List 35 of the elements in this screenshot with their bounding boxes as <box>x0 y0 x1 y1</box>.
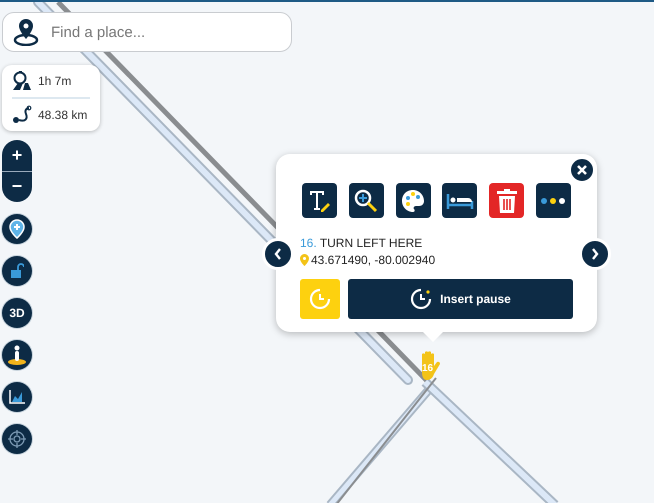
bed-tool-button[interactable] <box>442 183 478 218</box>
insert-pause-button[interactable]: Insert pause <box>348 279 573 319</box>
text-tool-button[interactable] <box>302 183 337 218</box>
trash-icon <box>496 188 518 214</box>
palette-icon <box>400 188 426 214</box>
chart-icon <box>8 389 26 405</box>
zoom-in-button[interactable]: + <box>2 140 32 170</box>
close-icon <box>576 164 588 176</box>
crosshair-icon <box>7 429 27 449</box>
clock-icon <box>410 288 432 310</box>
location-pin-icon <box>300 254 309 266</box>
unlock-icon <box>10 263 24 279</box>
stopwatch-road-icon <box>12 71 32 91</box>
person-icon <box>7 344 27 366</box>
palette-tool-button[interactable] <box>396 183 431 218</box>
marker-number: 16 <box>422 363 434 374</box>
magnifier-icon <box>353 188 380 214</box>
zoom-out-button[interactable]: − <box>2 170 32 202</box>
search-field[interactable]: Find a place... <box>49 22 291 42</box>
distance-text: 48.38 km <box>38 108 88 122</box>
step-title: 16. TURN LEFT HERE <box>300 236 424 250</box>
search-bar[interactable]: Find a place... <box>2 12 292 52</box>
route-icon <box>12 105 32 125</box>
duration-text: 1h 7m <box>38 74 72 88</box>
clock-icon <box>309 288 331 310</box>
coordinates-text: 43.671490, -80.002940 <box>311 253 436 267</box>
pin-plus-icon <box>9 219 25 239</box>
chevron-right-icon <box>591 248 599 260</box>
more-icon <box>540 196 566 204</box>
more-tool-button[interactable] <box>536 183 571 218</box>
zoom-tool-button[interactable] <box>348 183 384 218</box>
delete-tool-button[interactable] <box>489 183 524 218</box>
chevron-left-icon <box>274 248 282 260</box>
location-pin-icon <box>13 18 39 46</box>
close-button[interactable] <box>569 157 595 183</box>
